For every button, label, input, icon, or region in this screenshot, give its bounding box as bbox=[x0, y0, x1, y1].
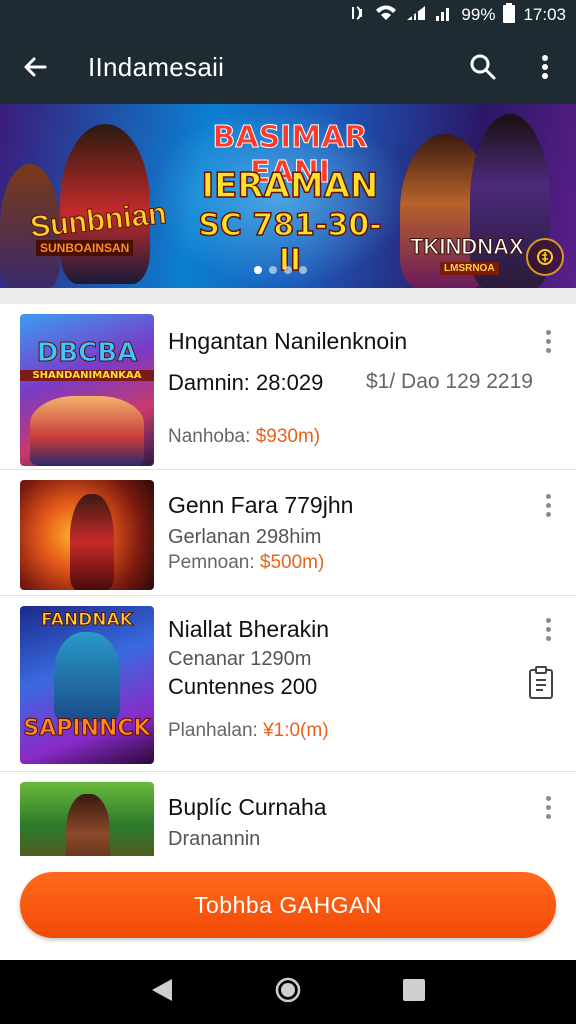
game-title: Genn Fara 779jhn bbox=[168, 492, 354, 518]
game-title: Buplíc Curnaha bbox=[168, 794, 327, 820]
game-thumbnail[interactable] bbox=[20, 480, 154, 590]
game-title: Niallat Bherakin bbox=[168, 616, 330, 642]
price-value: ¥1:0(m) bbox=[263, 720, 329, 741]
game-subtitle: Cenanar 1290m bbox=[168, 648, 312, 670]
game-duration: Damnin: 28:029 bbox=[168, 370, 324, 395]
game-title: Hngantan Nanilenknoin bbox=[168, 328, 408, 354]
banner-headline-2: IERAMAN bbox=[201, 165, 379, 207]
banner-right-logo-sub: LMSRNOA bbox=[440, 262, 499, 275]
price-label: Pemnoan: bbox=[168, 552, 260, 573]
list-item[interactable]: Genn Fara 779jhn Gerlanan 298him Pemnoan… bbox=[0, 470, 576, 596]
banner-right-logo: TKINDNAX bbox=[410, 234, 525, 260]
price-value: $930m) bbox=[255, 426, 321, 447]
thumbnail-title: DBCBA bbox=[36, 338, 138, 369]
thumbnail-subtitle: SAPINNCK bbox=[23, 716, 151, 742]
nfc-icon bbox=[349, 4, 367, 26]
clock: 17:03 bbox=[523, 5, 566, 24]
more-vert-icon[interactable] bbox=[514, 30, 576, 104]
list-item[interactable]: DBCBA SHANDANIMANKAA Hngantan Nanilenkno… bbox=[0, 304, 576, 470]
carousel-dot[interactable] bbox=[284, 266, 292, 274]
arrow-left-icon[interactable] bbox=[0, 30, 70, 104]
carousel-dot[interactable] bbox=[269, 266, 277, 274]
list-item[interactable]: FANDNAK SAPINNCK Niallat Bherakin Cenana… bbox=[0, 596, 576, 772]
carousel-dot[interactable] bbox=[254, 266, 262, 274]
price-label: Nanhoba: bbox=[168, 426, 256, 447]
game-date: $1/ Dao 129 2219 bbox=[366, 370, 533, 393]
list-item[interactable]: Buplíc Curnaha Dranannin bbox=[0, 772, 576, 856]
system-nav-bar bbox=[0, 960, 576, 1024]
app-bar: IIndamesaii bbox=[0, 30, 576, 104]
game-list[interactable]: DBCBA SHANDANIMANKAA Hngantan Nanilenkno… bbox=[0, 304, 576, 856]
wifi-icon bbox=[375, 4, 397, 27]
more-vert-icon[interactable] bbox=[536, 614, 560, 644]
game-thumbnail[interactable]: FANDNAK SAPINNCK bbox=[20, 606, 154, 764]
price-value: $500m) bbox=[259, 552, 325, 573]
more-vert-icon[interactable] bbox=[536, 490, 560, 520]
carousel-indicator bbox=[254, 266, 307, 274]
price-label: Planhalan: bbox=[168, 720, 264, 741]
more-vert-icon[interactable] bbox=[536, 326, 560, 356]
battery-icon bbox=[503, 2, 516, 28]
game-subtitle: Dranannin bbox=[168, 828, 261, 850]
primary-action-button[interactable]: Tobhba GAHGAN bbox=[20, 872, 556, 938]
banner-left-logo-sub: SUNBOAINSAN bbox=[36, 240, 134, 256]
game-price: Nanhoba: $930m) bbox=[168, 426, 320, 448]
nav-recents-icon[interactable] bbox=[402, 978, 426, 1007]
game-subtitle: Gerlanan 298him bbox=[168, 526, 322, 548]
game-count: Cuntennes 200 bbox=[168, 674, 318, 699]
game-price: Planhalan: ¥1:0(m) bbox=[168, 720, 329, 742]
clipboard-icon[interactable] bbox=[528, 666, 554, 705]
section-divider bbox=[0, 288, 576, 304]
nav-back-icon[interactable] bbox=[150, 977, 174, 1008]
battery-percent: 99% bbox=[461, 5, 496, 24]
carousel-dot[interactable] bbox=[299, 266, 307, 274]
more-vert-icon[interactable] bbox=[536, 792, 560, 822]
coin-icon[interactable] bbox=[526, 238, 564, 276]
signal-icon bbox=[435, 4, 453, 27]
game-thumbnail[interactable]: DBCBA SHANDANIMANKAA bbox=[20, 314, 154, 466]
promo-banner[interactable]: BASIMAR EANI IERAMAN SC 781-30-II Sunbni… bbox=[0, 104, 576, 288]
status-bar: 99% 17:03 bbox=[0, 0, 576, 30]
thumbnail-subtitle: SHANDANIMANKAA bbox=[20, 370, 154, 381]
game-thumbnail[interactable] bbox=[20, 782, 154, 856]
game-price: Pemnoan: $500m) bbox=[168, 552, 324, 574]
search-icon[interactable] bbox=[452, 30, 514, 104]
thumbnail-title: FANDNAK bbox=[41, 610, 134, 631]
nav-home-icon[interactable] bbox=[274, 976, 302, 1009]
page-title: IIndamesaii bbox=[88, 51, 225, 82]
network-icon bbox=[405, 4, 427, 27]
